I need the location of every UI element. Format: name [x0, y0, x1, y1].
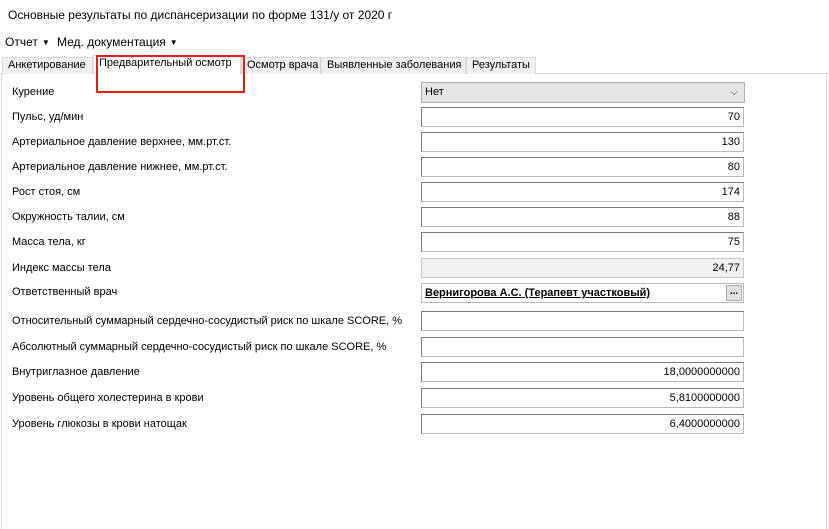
- glucose-field[interactable]: 6,4000000000: [421, 414, 744, 434]
- score-relative-field[interactable]: [421, 311, 744, 331]
- menu-med-docs-label: Мед. документация: [57, 35, 166, 49]
- iop-label: Внутриглазное давление: [12, 366, 140, 378]
- tab-preliminary-exam[interactable]: Предварительный осмотр: [93, 55, 241, 75]
- weight-label: Масса тела, кг: [12, 236, 86, 248]
- glucose-label: Уровень глюкозы в крови натощак: [12, 418, 187, 430]
- window-title: Основные результаты по диспансеризации п…: [8, 8, 393, 22]
- tab-strip: Анкетирование Предварительный осмотр Осм…: [0, 55, 829, 75]
- doctor-value: Вернигорова А.С. (Терапевт участковый): [425, 287, 651, 299]
- bp-lower-field[interactable]: 80: [421, 157, 744, 177]
- bmi-label: Индекс массы тела: [12, 262, 111, 274]
- tab-doctor-exam[interactable]: Осмотр врача: [241, 57, 321, 74]
- cholesterol-field[interactable]: 5,8100000000: [421, 388, 744, 408]
- bp-upper-field[interactable]: 130: [421, 132, 744, 152]
- menu-med-docs[interactable]: Мед. документация ▼: [57, 35, 178, 49]
- score-absolute-field[interactable]: [421, 337, 744, 357]
- cholesterol-label: Уровень общего холестерина в крови: [12, 392, 204, 404]
- height-field[interactable]: 174: [421, 182, 744, 202]
- pulse-label: Пульс, уд/мин: [12, 111, 84, 123]
- doctor-label: Ответственный врач: [12, 286, 118, 298]
- menu-bar: Отчет ▼ Мед. документация ▼: [0, 30, 829, 52]
- browse-button[interactable]: ...: [726, 285, 742, 301]
- bmi-field: 24,77: [421, 258, 744, 278]
- score-absolute-label: Абсолютный суммарный сердечно-сосудистый…: [12, 341, 387, 353]
- iop-field[interactable]: 18,0000000000: [421, 362, 744, 382]
- pulse-field[interactable]: 70: [421, 107, 744, 127]
- bp-upper-label: Артериальное давление верхнее, мм.рт.ст.: [12, 136, 232, 148]
- menu-report-label: Отчет: [5, 35, 38, 49]
- chevron-down-icon: ⌵: [730, 87, 738, 98]
- title-bar: Основные результаты по диспансеризации п…: [0, 0, 829, 30]
- menu-report[interactable]: Отчет ▼: [5, 35, 50, 49]
- dropdown-arrow-icon: ▼: [41, 38, 50, 47]
- score-relative-label: Относительный суммарный сердечно-сосудис…: [12, 315, 403, 327]
- tab-results[interactable]: Результаты: [466, 57, 536, 74]
- smoking-value: Нет: [425, 86, 444, 98]
- waist-label: Окружность талии, см: [12, 211, 125, 223]
- dropdown-arrow-icon: ▼: [169, 38, 178, 47]
- tab-diseases[interactable]: Выявленные заболевания: [321, 57, 466, 74]
- weight-field[interactable]: 75: [421, 232, 744, 252]
- waist-field[interactable]: 88: [421, 207, 744, 227]
- doctor-field[interactable]: Вернигорова А.С. (Терапевт участковый) .…: [421, 283, 744, 303]
- tab-questionnaire[interactable]: Анкетирование: [2, 57, 93, 74]
- height-label: Рост стоя, см: [12, 186, 81, 198]
- smoking-label: Курение: [12, 86, 55, 98]
- smoking-select[interactable]: Нет ⌵: [421, 82, 745, 103]
- bp-lower-label: Артериальное давление нижнее, мм.рт.ст.: [12, 161, 228, 173]
